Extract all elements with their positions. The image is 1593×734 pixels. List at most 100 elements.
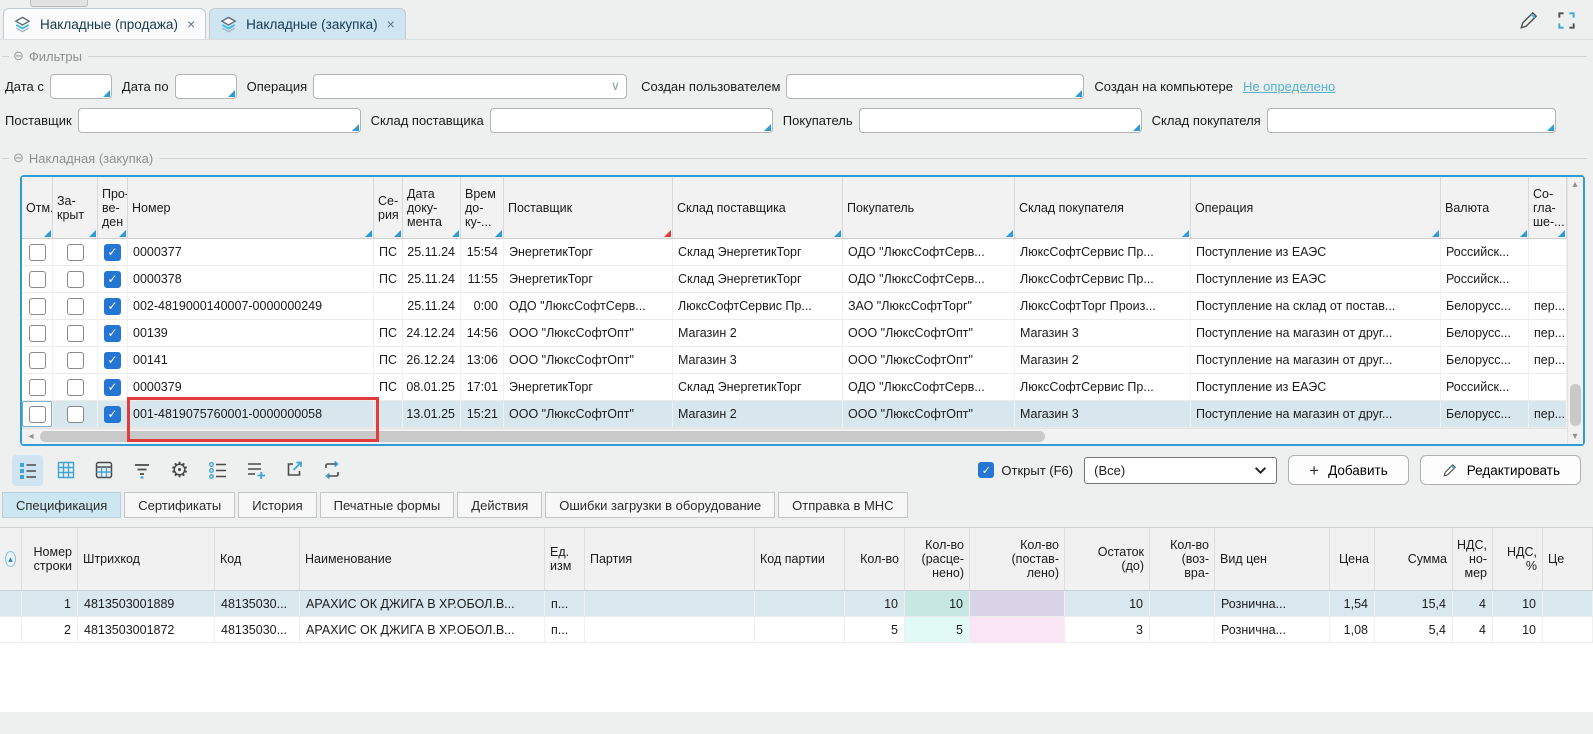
closed-checkbox[interactable] [67, 325, 84, 342]
numbered-list-icon[interactable] [202, 455, 233, 486]
spec-column-header-price[interactable]: Цена [1330, 528, 1375, 590]
detail-tab-1[interactable]: Сертификаты [124, 492, 235, 518]
column-header-date[interactable]: Дата доку- мента [403, 177, 461, 238]
marked-checkbox[interactable] [29, 271, 46, 288]
operation-select[interactable]: ∨ [313, 74, 627, 99]
buyer-input[interactable] [859, 108, 1142, 133]
filter-corner-icon[interactable] [1006, 230, 1013, 237]
spec-column-header-balance[interactable]: Остаток (до) [1065, 528, 1150, 590]
spec-row[interactable]: 2481350300187248135030...АРАХИС ОК ДЖИГА… [0, 617, 1593, 643]
spec-column-header-qty_priced[interactable]: Кол-во (расце- нено) [905, 528, 970, 590]
sort-ascending-icon[interactable]: ▴ [5, 551, 16, 567]
posted-checkbox[interactable]: ✓ [104, 271, 121, 288]
invoice-row[interactable]: ✓0000378ПС25.11.2411:55ЭнергетикТоргСкла… [22, 266, 1567, 293]
column-header-number[interactable]: Номер [128, 177, 374, 238]
closed-checkbox[interactable] [67, 406, 84, 423]
column-header-operation[interactable]: Операция [1191, 177, 1441, 238]
date-from-input[interactable] [50, 74, 112, 99]
invoice-row[interactable]: ✓00141ПС26.12.2413:06ООО "ЛюксСофтОпт"Ма… [22, 347, 1567, 374]
spec-column-header-code[interactable]: Код [215, 528, 300, 590]
column-header-supplier_store[interactable]: Склад поставщика [673, 177, 843, 238]
closed-checkbox[interactable] [67, 298, 84, 315]
tab-invoices-sale[interactable]: Накладные (продажа) × [3, 8, 206, 39]
edit-pencil-icon[interactable] [1517, 9, 1540, 35]
collapse-icon[interactable]: ⊖ [13, 48, 24, 64]
posted-checkbox[interactable]: ✓ [104, 406, 121, 423]
date-to-input[interactable] [175, 74, 237, 99]
posted-checkbox[interactable]: ✓ [104, 325, 121, 342]
spec-column-header-batch_code[interactable]: Код партии [755, 528, 845, 590]
scrollbar-thumb[interactable] [1570, 384, 1581, 426]
scroll-up-icon[interactable]: ▴ [1568, 179, 1582, 190]
filter-corner-icon[interactable] [119, 230, 126, 237]
filter-corner-icon[interactable] [1558, 230, 1565, 237]
spec-column-header-tse[interactable]: Це [1543, 528, 1593, 590]
add-row-icon[interactable] [240, 455, 271, 486]
closed-checkbox[interactable] [67, 352, 84, 369]
filter-corner-icon[interactable] [834, 230, 841, 237]
column-header-buyer_store[interactable]: Склад покупателя [1015, 177, 1191, 238]
closed-checkbox[interactable] [67, 271, 84, 288]
filter-corner-icon[interactable] [89, 230, 96, 237]
column-header-series[interactable]: Се- рия [374, 177, 403, 238]
column-header-marked[interactable]: Отм. [22, 177, 53, 238]
open-checkbox[interactable]: ✓ [978, 462, 994, 478]
posted-checkbox[interactable]: ✓ [104, 352, 121, 369]
close-icon[interactable]: × [187, 16, 195, 32]
marked-checkbox[interactable] [29, 379, 46, 396]
filter-corner-icon[interactable] [452, 230, 459, 237]
spec-column-header-sum[interactable]: Сумма [1375, 528, 1453, 590]
column-header-buyer[interactable]: Покупатель [843, 177, 1015, 238]
buyer-store-input[interactable] [1267, 108, 1556, 133]
marked-checkbox[interactable] [29, 325, 46, 342]
spec-column-header-line[interactable]: Номер строки [22, 528, 78, 590]
filter-corner-icon[interactable] [495, 230, 502, 237]
detail-tab-6[interactable]: Отправка в МНС [778, 492, 907, 518]
filter-select[interactable]: (Все) [1084, 457, 1277, 484]
spec-column-header-qty[interactable]: Кол-во [845, 528, 905, 590]
created-computer-link[interactable]: Не определено [1243, 79, 1335, 94]
scrollbar-thumb[interactable] [40, 431, 1045, 442]
closed-checkbox[interactable] [67, 244, 84, 261]
marked-checkbox[interactable] [29, 298, 46, 315]
column-header-closed[interactable]: За- крыт [53, 177, 98, 238]
spec-column-header-price_kind[interactable]: Вид цен [1215, 528, 1330, 590]
created-user-input[interactable] [786, 74, 1084, 99]
vertical-scrollbar[interactable]: ▴ ▾ [1567, 177, 1583, 444]
column-header-currency[interactable]: Валюта [1441, 177, 1529, 238]
filter-icon[interactable] [126, 455, 157, 486]
spec-row[interactable]: 1481350300188948135030...АРАХИС ОК ДЖИГА… [0, 591, 1593, 617]
scroll-down-icon[interactable]: ▾ [1568, 431, 1582, 442]
settings-gear-icon[interactable]: ⚙ [164, 455, 195, 486]
filter-corner-icon[interactable] [365, 230, 372, 237]
marked-checkbox[interactable] [29, 352, 46, 369]
marked-checkbox[interactable] [29, 244, 46, 261]
invoice-row[interactable]: ✓0000377ПС25.11.2415:54ЭнергетикТоргСкла… [22, 239, 1567, 266]
column-header-supplier[interactable]: Поставщик [504, 177, 673, 238]
detail-tab-3[interactable]: Печатные формы [320, 492, 455, 518]
grid-view-icon[interactable] [50, 455, 81, 486]
invoice-row[interactable]: ✓00139ПС24.12.2414:56ООО "ЛюксСофтОпт"Ма… [22, 320, 1567, 347]
horizontal-scrollbar[interactable]: ◂ [22, 428, 1567, 444]
detail-tab-5[interactable]: Ошибки загрузки в оборудование [545, 492, 775, 518]
supplier-store-input[interactable] [490, 108, 773, 133]
marked-checkbox[interactable] [29, 406, 46, 423]
spec-column-header-qty_returned[interactable]: Кол-во (воз- вра- [1150, 528, 1215, 590]
refresh-icon[interactable] [316, 455, 347, 486]
close-icon[interactable]: × [387, 16, 395, 32]
collapse-icon[interactable]: ⊖ [13, 150, 24, 166]
detail-tab-4[interactable]: Действия [457, 492, 542, 518]
edit-button[interactable]: Редактировать [1420, 455, 1581, 485]
column-header-time[interactable]: Врем до- ку-... [461, 177, 504, 238]
column-header-agreement[interactable]: Со- гла- ше-... [1529, 177, 1567, 238]
posted-checkbox[interactable]: ✓ [104, 379, 121, 396]
closed-checkbox[interactable] [67, 379, 84, 396]
list-view-icon[interactable] [12, 455, 43, 486]
filter-corner-icon[interactable] [1432, 230, 1439, 237]
filter-corner-icon[interactable] [44, 230, 51, 237]
add-button[interactable]: + Добавить [1288, 455, 1409, 485]
filter-corner-icon[interactable] [1520, 230, 1527, 237]
filter-corner-icon[interactable] [394, 230, 401, 237]
invoice-row[interactable]: ✓001-4819075760001-000000005813.01.2515:… [22, 401, 1567, 428]
scroll-left-icon[interactable]: ◂ [24, 431, 38, 442]
